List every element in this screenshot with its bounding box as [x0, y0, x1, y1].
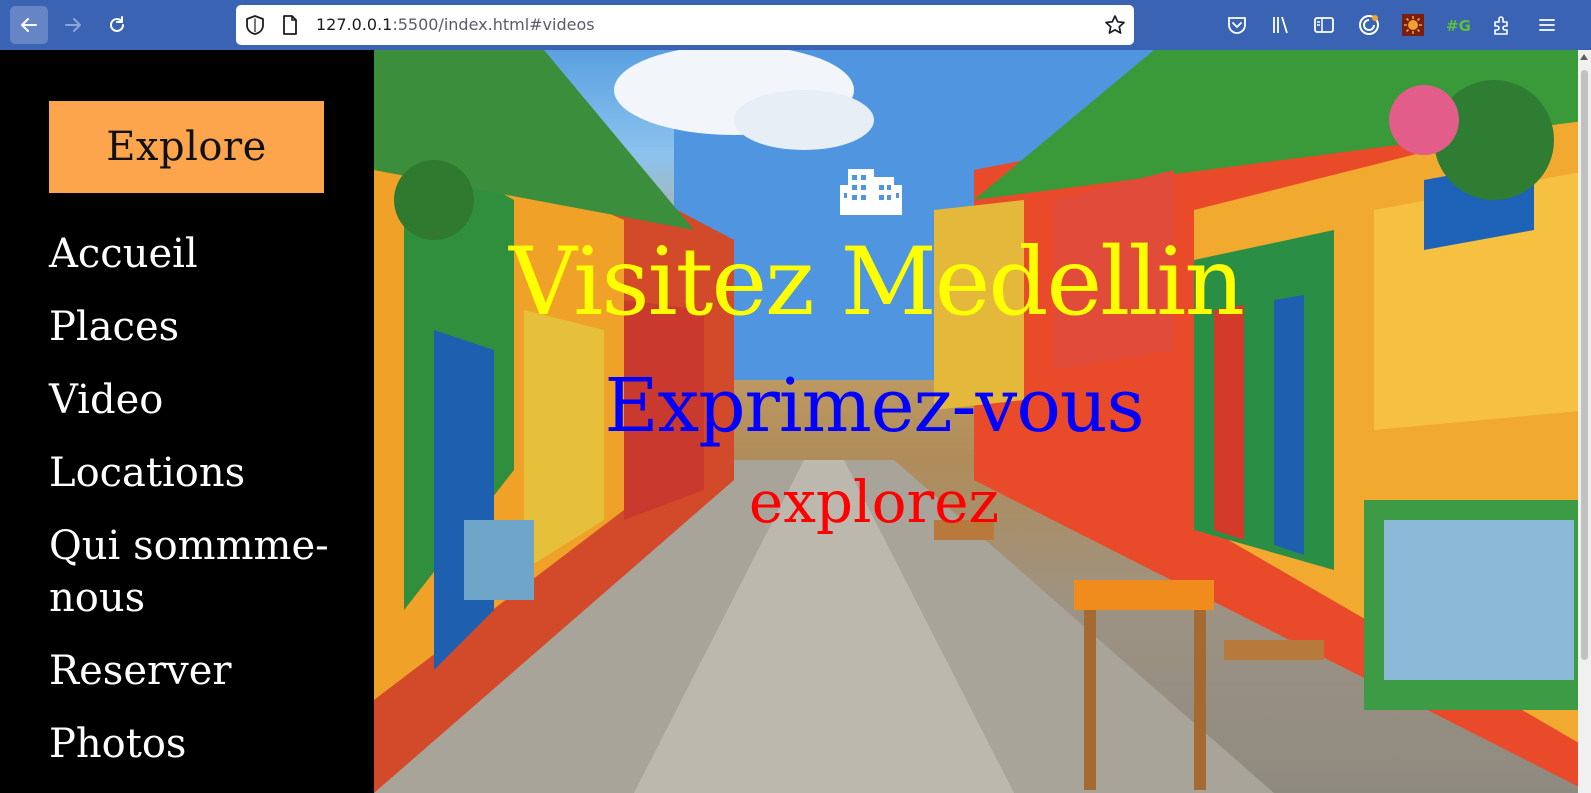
- url-host: 127.0.0.1: [316, 15, 393, 34]
- forward-button[interactable]: [54, 6, 92, 44]
- building-icon: [840, 169, 902, 215]
- menu-icon[interactable]: [1534, 12, 1560, 38]
- shield-icon[interactable]: [244, 14, 266, 36]
- extension-g-icon[interactable]: #G: [1444, 12, 1470, 38]
- nav-menu: Accueil Places Video Locations Qui sommm…: [49, 228, 349, 791]
- hero-subtitle: Exprimez-vous: [604, 363, 1144, 449]
- forward-arrow-icon: [65, 18, 81, 32]
- scroll-thumb[interactable]: [1581, 70, 1588, 660]
- nav-item-locations[interactable]: Locations: [49, 447, 349, 499]
- nav-item-accueil[interactable]: Accueil: [49, 228, 349, 280]
- nav-item-places[interactable]: Places: [49, 301, 349, 353]
- back-button[interactable]: [10, 6, 48, 44]
- reload-button[interactable]: [98, 6, 136, 44]
- nav-item-reserver[interactable]: Reserver: [49, 645, 349, 697]
- extensions-puzzle-icon[interactable]: [1489, 12, 1515, 38]
- pocket-icon[interactable]: [1224, 12, 1250, 38]
- account-icon[interactable]: [1356, 12, 1382, 38]
- scroll-up-arrow-icon[interactable]: [1580, 54, 1588, 60]
- url-text[interactable]: 127.0.0.1:5500/index.html#videos: [316, 15, 595, 34]
- svg-text:#G: #G: [1446, 17, 1470, 35]
- url-bar[interactable]: 127.0.0.1:5500/index.html#videos: [236, 5, 1134, 45]
- sidebar-icon[interactable]: [1311, 12, 1337, 38]
- hero-section: Visitez Medellin Exprimez-vous explorez: [374, 50, 1591, 793]
- url-path: :5500/index.html#videos: [392, 15, 595, 34]
- explore-button[interactable]: Explore: [49, 101, 324, 193]
- page-icon[interactable]: [280, 14, 300, 36]
- back-arrow-icon: [21, 18, 37, 32]
- bookmark-star-icon[interactable]: [1104, 14, 1126, 36]
- hero-title: Visitez Medellin: [509, 228, 1245, 337]
- nav-item-video[interactable]: Video: [49, 374, 349, 426]
- reload-icon: [110, 16, 124, 32]
- hero-tagline: explorez: [748, 468, 1000, 536]
- page-scrollbar[interactable]: [1578, 50, 1591, 793]
- nav-item-photos[interactable]: Photos: [49, 718, 349, 770]
- library-icon[interactable]: [1268, 12, 1294, 38]
- nav-item-qui-sommes-nous[interactable]: Qui sommme-nous: [49, 520, 349, 624]
- browser-toolbar: 127.0.0.1:5500/index.html#videos #G: [0, 0, 1591, 50]
- sidebar-nav: Explore Accueil Places Video Locations Q…: [0, 50, 374, 793]
- extension-sun-icon[interactable]: [1400, 12, 1426, 38]
